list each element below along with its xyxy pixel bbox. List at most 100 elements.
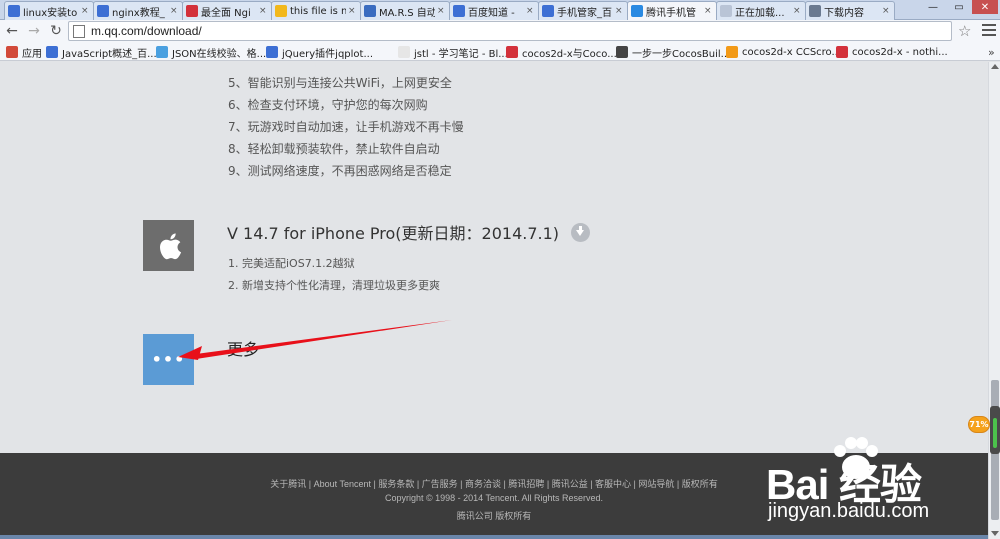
- bookmark-star-icon[interactable]: ☆: [958, 22, 971, 40]
- tab-strip: linux安装to × nginx教程_ × 最全面 Ngi × this file is …: [0, 0, 1000, 20]
- bookmarks-more-button[interactable]: »: [988, 44, 995, 60]
- tab-title: this file is n: [290, 5, 346, 17]
- tab-title: linux安装to: [23, 7, 78, 19]
- bookmark-favicon-icon: [6, 46, 18, 58]
- tab-title: 腾讯手机管: [646, 7, 696, 19]
- bookmark-item[interactable]: JSON在线校验、格...: [156, 44, 266, 60]
- browser-tab[interactable]: linux安装to ×: [4, 1, 94, 20]
- ios-version-title: V 14.7 for iPhone Pro(更新日期：2014.7.1): [227, 220, 591, 244]
- browser-tab[interactable]: nginx教程_ ×: [93, 1, 183, 20]
- browser-tab[interactable]: 腾讯手机管 ×: [627, 1, 717, 20]
- browser-tab[interactable]: 最全面 Ngi ×: [182, 1, 272, 20]
- tab-favicon-icon: [453, 5, 465, 17]
- bookmark-label: 一步一步CocosBuil...: [632, 48, 731, 60]
- baidu-watermark: Bai 经验 jingyan.baidu.com: [766, 437, 986, 537]
- ios-note-item: 1. 完美适配iOS7.1.2越狱: [228, 257, 355, 270]
- scroll-up-icon[interactable]: [991, 64, 999, 69]
- browser-toolbar: ← → ↻ m.qq.com/download/ ☆: [0, 20, 1000, 43]
- bookmark-favicon-icon: [506, 46, 518, 58]
- tab-title: 最全面 Ngi: [201, 7, 251, 19]
- menu-icon[interactable]: [982, 22, 996, 38]
- apple-download-icon[interactable]: [143, 220, 194, 271]
- page-icon: [73, 24, 85, 38]
- bookmark-favicon-icon: [156, 46, 168, 58]
- browser-tab[interactable]: 正在加载... ×: [716, 1, 806, 20]
- bookmark-item[interactable]: cocos2d-x CCScro...: [726, 44, 841, 60]
- tab-close-icon[interactable]: ×: [437, 6, 446, 16]
- tab-close-icon[interactable]: ×: [526, 6, 535, 16]
- page-content: 5、智能识别与连接公共WiFi，上网更安全 6、检查支付环境，守护您的每次网购 7、…: [0, 62, 988, 453]
- bookmark-label: JSON在线校验、格...: [172, 48, 267, 60]
- tab-close-icon[interactable]: ×: [348, 6, 357, 16]
- bookmarks-bar: 应用 JavaScript概述_百... JSON在线校验、格... jQuery插件…: [0, 43, 1000, 61]
- address-bar[interactable]: m.qq.com/download/: [68, 21, 952, 41]
- tab-favicon-icon: [631, 5, 643, 17]
- speed-badge[interactable]: 71%: [968, 416, 990, 433]
- bookmark-label: 应用: [22, 48, 42, 60]
- address-url: m.qq.com/download/: [91, 24, 202, 38]
- bookmark-favicon-icon: [46, 46, 58, 58]
- tab-close-icon[interactable]: ×: [704, 6, 713, 16]
- bookmark-label: JavaScript概述_百...: [62, 48, 157, 60]
- tab-title: 手机管家_百: [557, 7, 612, 19]
- close-window-button[interactable]: ✕: [972, 0, 998, 14]
- feature-item: 6、检查支付环境，守护您的每次网购: [228, 98, 428, 112]
- tab-favicon-icon: [8, 5, 20, 17]
- feature-item: 8、轻松卸载预装软件，禁止软件自启动: [228, 142, 440, 156]
- tab-close-icon[interactable]: ×: [81, 6, 90, 16]
- more-button[interactable]: •••: [143, 334, 194, 385]
- feature-item: 9、测试网络速度，不再困惑网络是否稳定: [228, 164, 452, 178]
- more-title[interactable]: 更多: [227, 336, 259, 360]
- back-arrow-icon[interactable]: ←: [2, 21, 22, 41]
- tab-close-icon[interactable]: ×: [259, 6, 268, 16]
- bookmark-label: cocos2d-x - nothi...: [852, 46, 948, 58]
- tab-close-icon[interactable]: ×: [793, 6, 802, 16]
- bookmark-item[interactable]: cocos2d-x - nothi...: [836, 44, 948, 60]
- browser-tab[interactable]: 百度知道 - ×: [449, 1, 539, 20]
- page-scrollbar[interactable]: [988, 62, 1000, 539]
- tab-favicon-icon: [275, 5, 287, 17]
- tab-close-icon[interactable]: ×: [615, 6, 624, 16]
- forward-arrow-icon[interactable]: →: [24, 21, 44, 41]
- feature-item: 7、玩游戏时自动加速，让手机游戏不再卡慢: [228, 120, 464, 134]
- browser-tab[interactable]: 手机管家_百 ×: [538, 1, 628, 20]
- minimize-button[interactable]: —: [920, 0, 946, 14]
- tab-title: 下载内容: [824, 7, 864, 19]
- browser-tab[interactable]: MA.R.S 自动 ×: [360, 1, 450, 20]
- tab-title: 正在加载...: [735, 7, 785, 19]
- tab-title: 百度知道 -: [468, 7, 515, 19]
- bookmark-item[interactable]: jQuery插件jqplot...: [266, 44, 373, 60]
- bookmark-label: cocos2d-x CCScro...: [742, 46, 842, 58]
- bookmark-label: cocos2d-x与Coco...: [522, 48, 617, 60]
- tab-favicon-icon: [364, 5, 376, 17]
- bookmark-favicon-icon: [398, 46, 410, 58]
- reload-icon[interactable]: ↻: [46, 21, 66, 41]
- bookmark-item[interactable]: JavaScript概述_百...: [46, 44, 157, 60]
- browser-tab[interactable]: 下载内容 ×: [805, 1, 895, 20]
- bookmark-label: jstl - 学习笔记 - Bl...: [414, 48, 508, 60]
- bookmark-favicon-icon: [836, 46, 848, 58]
- tab-title: MA.R.S 自动: [379, 7, 435, 19]
- scroll-down-icon[interactable]: [991, 531, 999, 536]
- tab-close-icon[interactable]: ×: [882, 6, 891, 16]
- watermark-url: jingyan.baidu.com: [768, 500, 930, 522]
- ios-note-item: 2. 新增支持个性化清理，清理垃圾更多更爽: [228, 279, 440, 292]
- tab-favicon-icon: [809, 5, 821, 17]
- browser-tab[interactable]: this file is n ×: [271, 1, 361, 20]
- bookmark-favicon-icon: [266, 46, 278, 58]
- tab-favicon-icon: [186, 5, 198, 17]
- tab-favicon-icon: [720, 5, 732, 17]
- tab-favicon-icon: [542, 5, 554, 17]
- tab-favicon-icon: [97, 5, 109, 17]
- bookmark-item[interactable]: cocos2d-x与Coco...: [506, 44, 617, 60]
- download-arrow-icon[interactable]: [571, 222, 591, 242]
- tab-title: nginx教程_: [112, 7, 165, 19]
- bookmark-favicon-icon: [616, 46, 628, 58]
- bookmark-item[interactable]: jstl - 学习笔记 - Bl...: [398, 44, 508, 60]
- maximize-button[interactable]: ▭: [946, 0, 972, 14]
- speed-meter: [990, 406, 1000, 454]
- bookmark-item[interactable]: 一步一步CocosBuil...: [616, 44, 730, 60]
- taskbar: [0, 535, 988, 539]
- bookmark-item[interactable]: 应用: [6, 44, 42, 60]
- tab-close-icon[interactable]: ×: [170, 6, 179, 16]
